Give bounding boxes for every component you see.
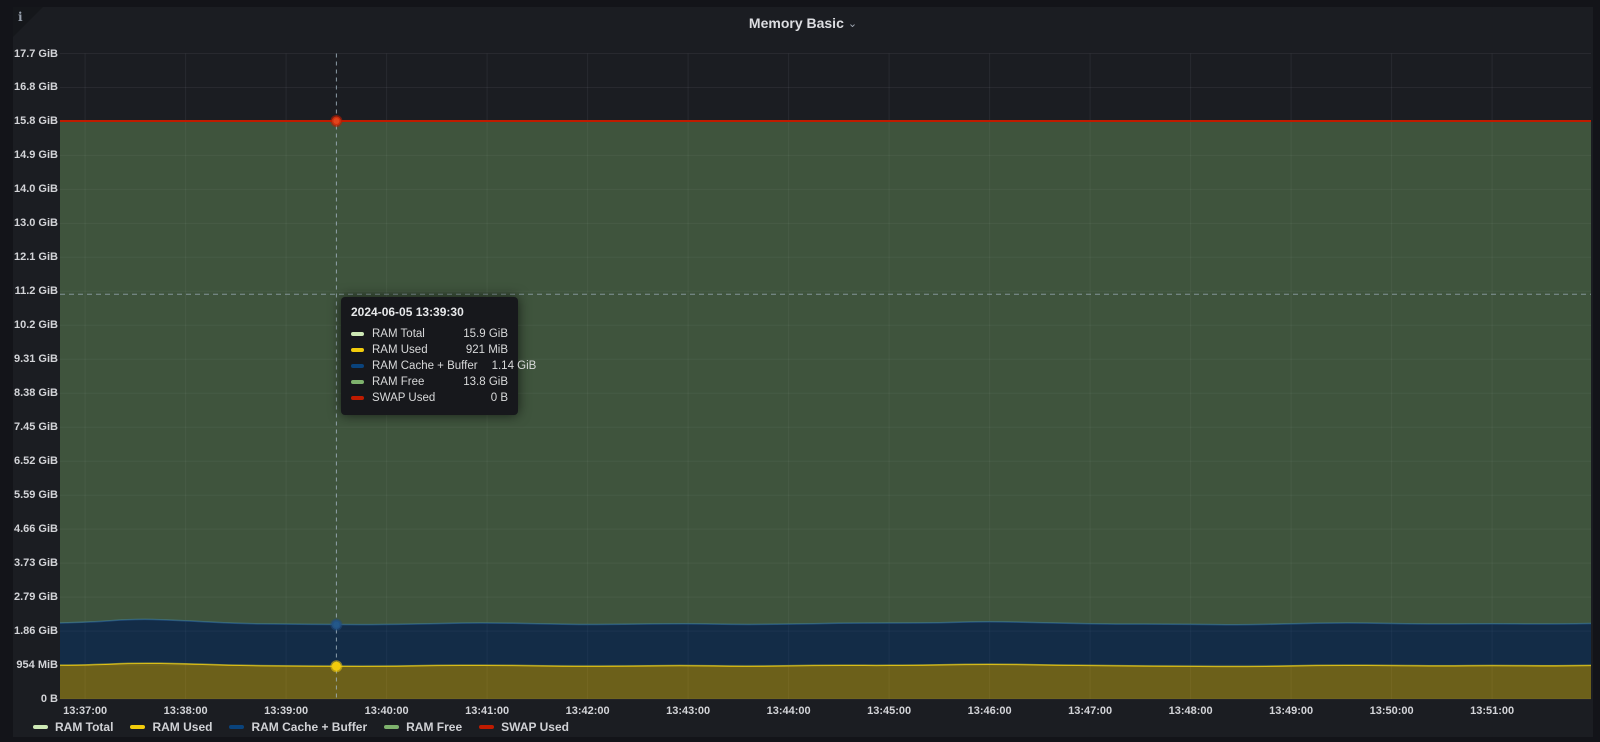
y-axis-label: 14.0 GiB: [14, 183, 58, 195]
y-axis-label: 13.0 GiB: [14, 217, 58, 229]
y-axis-label: 14.9 GiB: [14, 149, 58, 161]
series-color-swatch: [351, 380, 364, 384]
y-axis-label: 6.52 GiB: [14, 455, 58, 467]
x-axis-label: 13:41:00: [465, 705, 509, 717]
series-color-swatch: [351, 332, 364, 336]
tooltip-row: RAM Total 15.9 GiB: [351, 326, 508, 342]
tooltip-series-value: 13.8 GiB: [449, 376, 508, 388]
legend-label: SWAP Used: [501, 720, 569, 734]
tooltip-row: RAM Cache + Buffer1.14 GiB: [351, 358, 508, 374]
legend-label: RAM Free: [406, 720, 462, 734]
area-ram-cache-buffer: [35, 619, 1593, 666]
x-axis-label: 13:51:00: [1470, 705, 1514, 717]
tooltip-rows: RAM Total 15.9 GiB RAM Used 921 MiB RAM Cach…: [351, 326, 508, 406]
y-axis-label: 0 B: [41, 693, 58, 705]
area-ram-used: [35, 663, 1593, 699]
y-axis-label: 9.31 GiB: [14, 353, 58, 365]
legend-item-ram-free[interactable]: RAM Free: [384, 720, 462, 734]
series-areas: [35, 121, 1593, 699]
tooltip-row: SWAP Used 0 B: [351, 390, 508, 406]
hover-marker-ram-used: [332, 662, 341, 671]
tooltip-series-value: 1.14 GiB: [478, 360, 537, 372]
legend-color-swatch: [479, 725, 494, 729]
legend-color-swatch: [130, 725, 145, 729]
series-color-swatch: [351, 348, 364, 352]
legend-color-swatch: [229, 725, 244, 729]
x-axis-label: 13:47:00: [1068, 705, 1112, 717]
x-axis-label: 13:46:00: [968, 705, 1012, 717]
legend-label: RAM Used: [152, 720, 212, 734]
hover-marker-ram-cache-buffer: [332, 620, 341, 629]
tooltip-timestamp: 2024-06-05 13:39:30: [351, 305, 508, 319]
y-axis-label: 1.86 GiB: [14, 625, 58, 637]
graph-panel: Memory Basic⌄ i 17.7 GiB16.8 GiB15.8 GiB…: [13, 7, 1593, 737]
legend-item-swap-used[interactable]: SWAP Used: [479, 720, 569, 734]
tooltip-series-name: RAM Used: [372, 344, 428, 356]
hover-marker-swap-used: [332, 117, 341, 126]
x-axis-label: 13:50:00: [1370, 705, 1414, 717]
tooltip-series-value: 15.9 GiB: [449, 328, 508, 340]
y-axis-label: 5.59 GiB: [14, 489, 58, 501]
y-axis-label: 4.66 GiB: [14, 523, 58, 535]
y-axis-label: 8.38 GiB: [14, 387, 58, 399]
legend-item-ram-total[interactable]: RAM Total: [33, 720, 113, 734]
legend-item-ram-used[interactable]: RAM Used: [130, 720, 212, 734]
legend: RAM Total RAM Used RAM Cache + Buffer RAM F…: [33, 719, 586, 735]
y-axis-label: 10.2 GiB: [14, 319, 58, 331]
legend-label: RAM Total: [55, 720, 113, 734]
y-axis-label: 17.7 GiB: [14, 48, 58, 60]
x-axis-label: 13:42:00: [566, 705, 610, 717]
legend-color-swatch: [33, 725, 48, 729]
legend-color-swatch: [384, 725, 399, 729]
tooltip-series-name: RAM Total: [372, 328, 425, 340]
y-axis-label: 3.73 GiB: [14, 557, 58, 569]
y-axis: 17.7 GiB 16.8 GiB 15.8 GiB 14.9 GiB 14.0 GiB…: [13, 7, 58, 737]
x-axis-label: 13:49:00: [1269, 705, 1313, 717]
y-axis-label: 15.8 GiB: [14, 115, 58, 127]
tooltip-series-name: SWAP Used: [372, 392, 435, 404]
area-ram-free: [35, 121, 1593, 625]
series-color-swatch: [351, 364, 364, 368]
x-axis-label: 13:38:00: [164, 705, 208, 717]
y-axis-label: 954 MiB: [16, 659, 58, 671]
tooltip-series-value: 921 MiB: [452, 344, 508, 356]
x-axis-label: 13:43:00: [666, 705, 710, 717]
y-axis-label: 12.1 GiB: [14, 251, 58, 263]
tooltip-series-name: RAM Cache + Buffer: [372, 360, 478, 372]
x-axis-label: 13:39:00: [264, 705, 308, 717]
x-axis-label: 13:40:00: [365, 705, 409, 717]
tooltip-row: RAM Free 13.8 GiB: [351, 374, 508, 390]
x-axis-label: 13:37:00: [63, 705, 107, 717]
x-axis-label: 13:48:00: [1169, 705, 1213, 717]
graph-tooltip: 2024-06-05 13:39:30 RAM Total15.9 GiBRAM…: [341, 297, 518, 415]
y-axis-label: 7.45 GiB: [14, 421, 58, 433]
y-axis-label: 16.8 GiB: [14, 81, 58, 93]
tooltip-series-value: 0 B: [477, 392, 508, 404]
legend-item-ram-cache-buffer[interactable]: RAM Cache + Buffer: [229, 720, 367, 734]
y-axis-label: 2.79 GiB: [14, 591, 58, 603]
tooltip-row: RAM Used 921 MiB: [351, 342, 508, 358]
x-axis-label: 13:44:00: [767, 705, 811, 717]
legend-label: RAM Cache + Buffer: [251, 720, 367, 734]
x-axis-label: 13:45:00: [867, 705, 911, 717]
series-color-swatch: [351, 396, 364, 400]
y-axis-label: 11.2 GiB: [15, 285, 58, 297]
tooltip-series-name: RAM Free: [372, 376, 424, 388]
chart-canvas[interactable]: [13, 7, 1593, 737]
